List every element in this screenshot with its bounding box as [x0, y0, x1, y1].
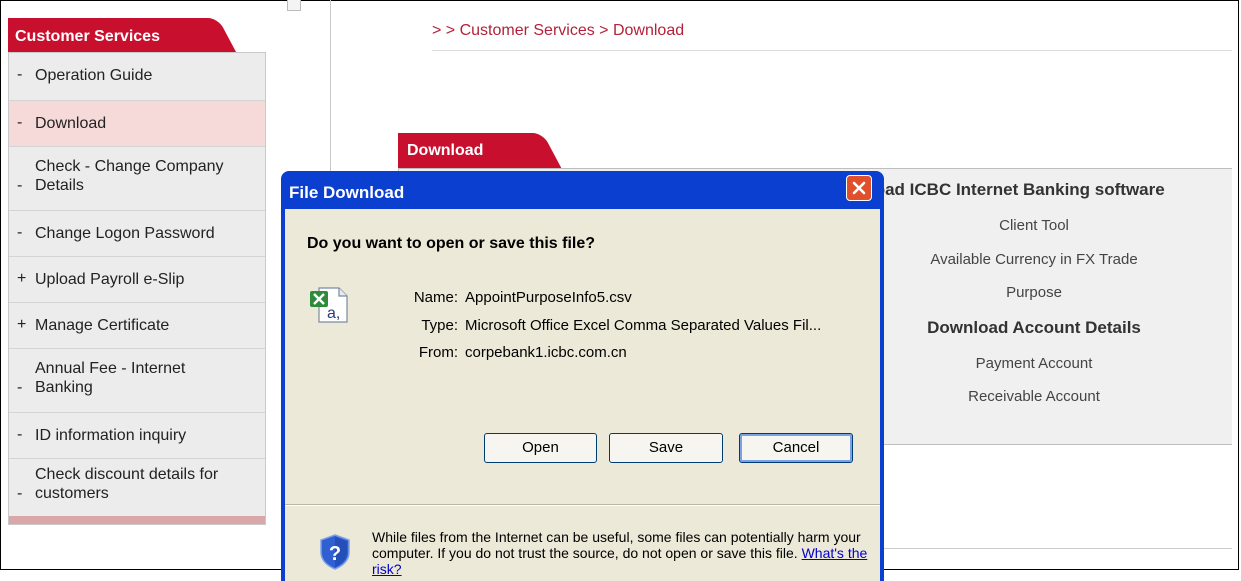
cancel-button[interactable]: Cancel [739, 433, 853, 463]
item-marker: - [17, 114, 23, 131]
sidebar-item-label: Check discount details for customers [35, 466, 219, 502]
file-source-value: corpebank1.icbc.com.cn [465, 344, 627, 361]
purpose-link[interactable]: Purpose [1006, 284, 1062, 301]
svg-text:a,: a, [327, 305, 340, 322]
sidebar-item-download[interactable]: - Download [9, 101, 265, 147]
account-details-heading: Download Account Details [927, 318, 1141, 337]
download-tab-label: Download [407, 142, 484, 159]
item-marker: - [17, 426, 23, 443]
sidebar-item-id-information-inquiry[interactable]: - ID information inquiry [9, 413, 265, 459]
type-label: Type: [421, 317, 458, 334]
close-icon[interactable] [846, 175, 872, 201]
item-marker: - [17, 66, 23, 83]
breadcrumb-divider [432, 50, 1232, 51]
sidebar-item-manage-certificate[interactable]: + Manage Certificate [9, 303, 265, 349]
item-marker: - [17, 485, 23, 502]
sidebar-bottom-bar [9, 516, 265, 524]
sidebar-item-check-change-company-details[interactable]: - Check - Change Company Details [9, 147, 265, 211]
sidebar-item-check-discount-details[interactable]: - Check discount details for customers [9, 459, 265, 516]
sidebar-item-annual-fee[interactable]: - Annual Fee - Internet Banking [9, 349, 265, 413]
excel-csv-file-icon: a, [307, 282, 351, 326]
dialog-body: Do you want to open or save this file? a… [285, 209, 880, 581]
sidebar-item-label: Annual Fee - Internet Banking [35, 360, 186, 396]
dialog-question: Do you want to open or save this file? [307, 235, 596, 252]
receivable-account-link[interactable]: Receivable Account [968, 388, 1100, 405]
sidebar-title-tab: Customer Services [8, 18, 213, 52]
content-bottom-divider [880, 548, 1232, 549]
dialog-separator-highlight [285, 505, 880, 506]
save-button[interactable]: Save [609, 433, 723, 463]
sidebar-title: Customer Services [15, 28, 160, 45]
panel-heading: load ICBC Internet Banking software [870, 180, 1165, 199]
sidebar-item-label: Check - Change Company Details [35, 158, 224, 194]
sidebar-menu: - Operation Guide - Download - Check - C… [8, 52, 266, 525]
client-tool-link[interactable]: Client Tool [999, 217, 1069, 234]
sidebar-item-upload-payroll-e-slip[interactable]: + Upload Payroll e-Slip [9, 257, 265, 303]
dialog-title: File Download [289, 183, 405, 202]
sidebar-item-label: Manage Certificate [35, 317, 170, 334]
from-label: From: [418, 344, 458, 361]
payment-account-link[interactable]: Payment Account [976, 355, 1093, 372]
sidebar: Customer Services - Operation Guide - Do… [8, 18, 266, 525]
security-warning: While files from the Internet can be use… [372, 529, 872, 577]
sidebar-item-change-logon-password[interactable]: - Change Logon Password [9, 211, 265, 257]
sidebar-item-label: Change Logon Password [35, 225, 215, 242]
svg-text:?: ? [329, 543, 341, 565]
item-marker: - [17, 379, 23, 396]
sidebar-item-label: ID information inquiry [35, 427, 187, 444]
fx-currency-link[interactable]: Available Currency in FX Trade [930, 251, 1137, 268]
item-marker: - [17, 177, 23, 194]
sidebar-item-operation-guide[interactable]: - Operation Guide [9, 53, 265, 101]
breadcrumb[interactable]: > > Customer Services > Download [432, 22, 684, 40]
name-label: Name: [413, 289, 458, 306]
sidebar-item-label: Upload Payroll e-Slip [35, 271, 185, 288]
item-marker: - [17, 224, 23, 241]
sidebar-item-label: Operation Guide [35, 67, 153, 84]
file-name-value: AppointPurposeInfo5.csv [465, 289, 632, 306]
file-download-dialog: File Download Do you want to open or sav… [281, 171, 884, 581]
warning-text: While files from the Internet can be use… [372, 529, 861, 561]
collapse-toggle[interactable] [287, 0, 301, 11]
expand-icon[interactable]: + [17, 270, 26, 288]
file-type-value: Microsoft Office Excel Comma Separated V… [465, 317, 822, 334]
open-button[interactable]: Open [484, 433, 597, 463]
expand-icon[interactable]: + [17, 316, 26, 334]
download-tab: Download [398, 133, 538, 168]
sidebar-item-label: Download [35, 115, 107, 132]
security-shield-icon: ? [319, 534, 351, 570]
